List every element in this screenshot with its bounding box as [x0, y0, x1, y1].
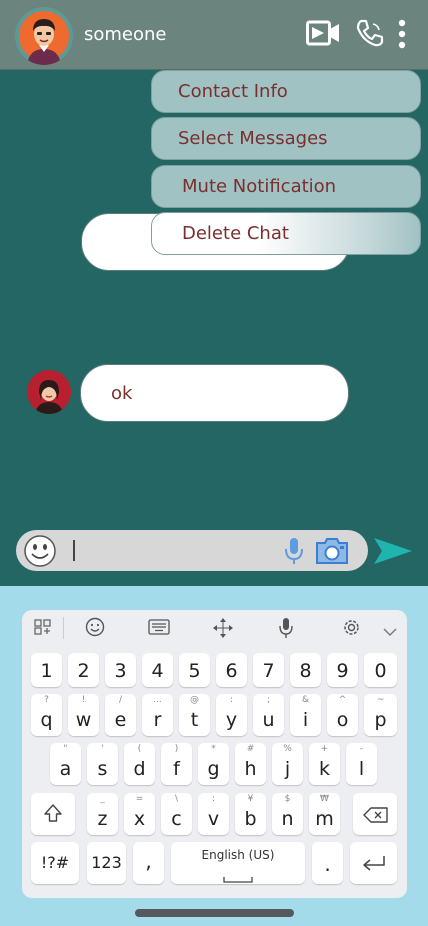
chevron-down-icon[interactable] — [383, 622, 397, 641]
period-key[interactable]: . — [312, 842, 343, 884]
menu-item-delete-chat[interactable]: Delete Chat — [151, 212, 421, 255]
key-0[interactable]: 0 — [364, 653, 397, 687]
backspace-key[interactable] — [353, 793, 397, 835]
symbols-key[interactable]: !?# — [31, 842, 79, 884]
message-input-bar — [16, 530, 368, 571]
send-icon[interactable] — [373, 536, 413, 570]
menu-item-select-messages[interactable]: Select Messages — [151, 117, 421, 160]
key-u[interactable]: ; u — [253, 694, 284, 736]
key-r[interactable]: ... r — [142, 694, 173, 736]
text-cursor — [73, 540, 75, 561]
mic-icon[interactable] — [284, 537, 304, 569]
key-y[interactable]: :y — [216, 694, 247, 736]
key-x[interactable]: = x — [124, 793, 155, 835]
key-n[interactable]: $ n — [272, 793, 303, 835]
key-c[interactable]: \ c — [161, 793, 192, 835]
key-w[interactable]: ! w — [68, 694, 99, 736]
key-2[interactable]: 2 — [68, 653, 99, 687]
key-7[interactable]: 7 — [253, 653, 284, 687]
key-8[interactable]: 8 — [290, 653, 321, 687]
key-p[interactable]: ~ p — [364, 694, 397, 736]
key-9[interactable]: 9 — [327, 653, 358, 687]
emoji-icon[interactable] — [23, 534, 57, 572]
key-6[interactable]: 6 — [216, 653, 247, 687]
key-d[interactable]: (d — [124, 743, 155, 785]
emoji-icon[interactable] — [85, 617, 105, 641]
move-icon[interactable] — [212, 617, 234, 643]
phone-icon[interactable] — [355, 18, 385, 52]
toolbar-divider — [63, 617, 64, 639]
home-indicator[interactable] — [135, 909, 294, 917]
message-input[interactable] — [72, 539, 282, 563]
enter-icon — [361, 854, 387, 877]
apps-icon[interactable] — [34, 618, 52, 640]
enter-key[interactable] — [350, 842, 397, 884]
mic-icon[interactable] — [279, 617, 293, 643]
key-m[interactable]: ₩ m — [309, 793, 340, 835]
settings-icon[interactable] — [341, 617, 362, 642]
space-key[interactable]: English (US) — [171, 842, 305, 884]
menu-item-mute-notification[interactable]: Mute Notification — [151, 165, 421, 208]
camera-icon[interactable] — [315, 537, 349, 569]
menu-item-contact-info[interactable]: Contact Info — [151, 70, 421, 113]
message-bubble-incoming[interactable]: ok — [80, 364, 349, 422]
comma-key[interactable]: , — [133, 842, 164, 884]
chat-header: someone — [0, 0, 428, 70]
key-a[interactable]: " a — [50, 743, 81, 785]
key-b[interactable]: ¥ b — [235, 793, 266, 835]
shift-key[interactable] — [31, 793, 75, 835]
key-l[interactable]: -l — [346, 743, 377, 785]
key-5[interactable]: 5 — [179, 653, 210, 687]
key-q[interactable]: ? q — [31, 694, 62, 736]
key-s[interactable]: ' s — [87, 743, 118, 785]
backspace-icon — [363, 806, 389, 828]
contact-avatar[interactable] — [15, 7, 73, 65]
key-e[interactable]: / e — [105, 694, 136, 736]
key-z[interactable]: _ z — [87, 793, 118, 835]
key-1[interactable]: 1 — [31, 653, 62, 687]
key-f[interactable]: ) f — [161, 743, 192, 785]
sender-avatar[interactable] — [27, 370, 71, 414]
keyboard-icon[interactable] — [148, 619, 170, 639]
message-text: ok — [111, 383, 133, 404]
key-h[interactable]: # h — [235, 743, 266, 785]
video-call-icon[interactable] — [306, 18, 340, 52]
key-v[interactable]: :v — [198, 793, 229, 835]
contact-name[interactable]: someone — [84, 24, 167, 45]
numbers-key[interactable]: 123 — [87, 842, 126, 884]
key-g[interactable]: * g — [198, 743, 229, 785]
key-o[interactable]: ^ o — [327, 694, 358, 736]
space-bar-icon — [223, 867, 253, 889]
key-3[interactable]: 3 — [105, 653, 136, 687]
shift-icon — [43, 803, 63, 828]
key-t[interactable]: @ t — [179, 694, 210, 736]
key-k[interactable]: + k — [309, 743, 340, 785]
more-vert-icon[interactable] — [396, 18, 408, 56]
key-j[interactable]: % j — [272, 743, 303, 785]
space-language-label: English (US) — [201, 848, 275, 862]
key-4[interactable]: 4 — [142, 653, 173, 687]
key-i[interactable]: & i — [290, 694, 321, 736]
